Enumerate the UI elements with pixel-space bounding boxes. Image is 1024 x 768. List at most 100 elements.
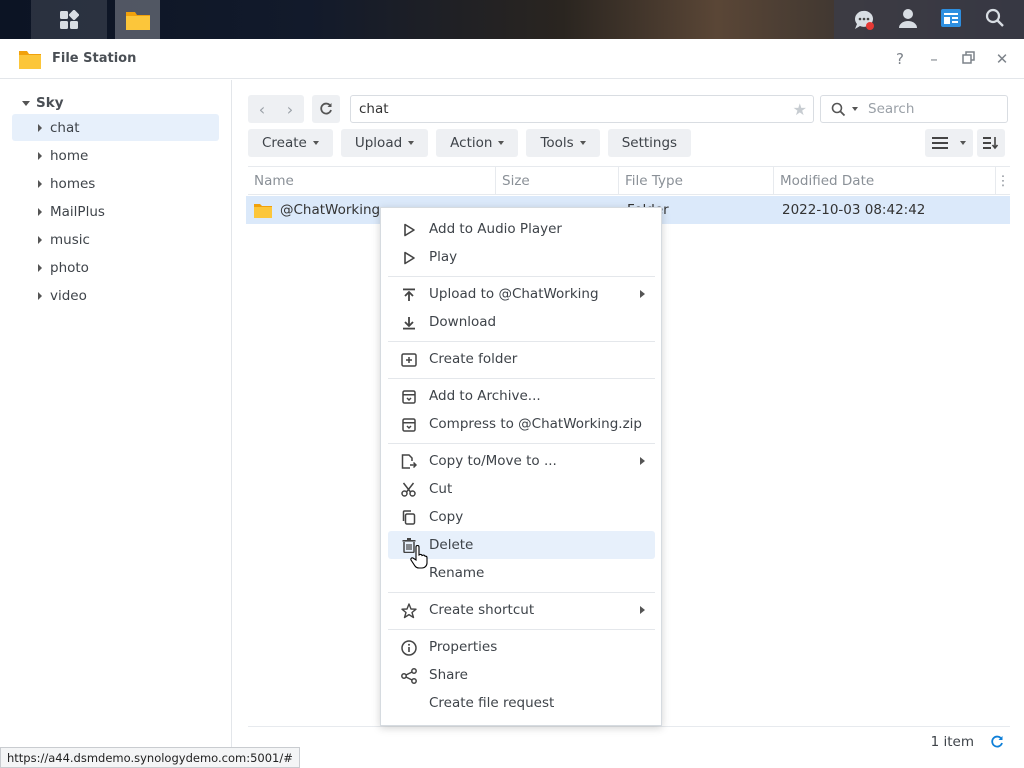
- chevron-right-icon: ›: [286, 99, 294, 119]
- submenu-arrow-icon: [640, 457, 645, 465]
- minimize-icon[interactable]: –: [926, 50, 942, 68]
- chat-notification-icon[interactable]: [853, 9, 875, 31]
- sidebar-item-mailplus[interactable]: MailPlus: [12, 198, 219, 225]
- search-dropdown-icon[interactable]: [852, 107, 858, 111]
- path-bar[interactable]: chat ★: [350, 95, 814, 123]
- sidebar-item-homes[interactable]: homes: [12, 170, 219, 197]
- menu-separator: [388, 443, 655, 444]
- sidebar-item-label: chat: [50, 119, 80, 136]
- submenu-arrow-icon: [640, 290, 645, 298]
- sidebar-item-music[interactable]: music: [12, 226, 219, 253]
- menu-separator: [388, 378, 655, 379]
- nav-buttons: ‹ ›: [248, 95, 340, 123]
- menu-item-rename[interactable]: Rename: [388, 559, 655, 587]
- menu-item-add-to-archive[interactable]: Add to Archive...: [388, 382, 655, 410]
- sidebar: Sky chat home homes MailPlus music photo: [0, 80, 232, 768]
- header-label: Size: [502, 172, 530, 189]
- folder-icon: [254, 203, 272, 218]
- search-input[interactable]: Search: [820, 95, 1008, 123]
- user-icon[interactable]: [898, 8, 918, 32]
- menu-item-cut[interactable]: Cut: [388, 475, 655, 503]
- menu-item-play[interactable]: Play: [388, 243, 655, 271]
- tools-label: Tools: [540, 135, 574, 151]
- search-icon[interactable]: [985, 8, 1005, 32]
- menu-item-delete[interactable]: Delete: [388, 531, 655, 559]
- upload-label: Upload: [354, 135, 403, 151]
- menu-item-create-folder[interactable]: Create folder: [388, 345, 655, 373]
- tree-root[interactable]: Sky: [22, 93, 64, 113]
- sidebar-item-photo[interactable]: photo: [12, 254, 219, 281]
- main-menu-button[interactable]: [31, 0, 107, 39]
- sidebar-item-home[interactable]: home: [12, 142, 219, 169]
- sidebar-item-label: video: [50, 287, 87, 304]
- history-buttons: ‹ ›: [248, 95, 304, 123]
- column-header-name[interactable]: Name: [248, 167, 496, 194]
- search-icon: [831, 102, 846, 116]
- sort-icon: [983, 137, 999, 150]
- menu-item-label: Compress to @ChatWorking.zip: [429, 416, 642, 432]
- sidebar-item-chat[interactable]: chat: [12, 114, 219, 141]
- sidebar-item-label: music: [50, 231, 90, 248]
- menu-item-label: Delete: [429, 537, 474, 553]
- back-button[interactable]: ‹: [248, 95, 276, 123]
- caret-right-icon[interactable]: [38, 123, 42, 132]
- menu-item-add-to-audio-player[interactable]: Add to Audio Player: [388, 215, 655, 243]
- tools-button[interactable]: Tools: [526, 129, 600, 157]
- menu-item-upload-to[interactable]: Upload to @ChatWorking: [388, 280, 655, 308]
- hand-cursor-icon: [410, 545, 428, 569]
- column-options-icon[interactable]: ⋮: [996, 167, 1010, 194]
- dropdown-caret-icon: [579, 141, 586, 145]
- caret-right-icon[interactable]: [38, 235, 42, 244]
- restore-icon[interactable]: [960, 50, 976, 68]
- upload-button[interactable]: Upload: [340, 129, 429, 157]
- download-icon: [400, 314, 417, 331]
- sidebar-item-label: MailPlus: [50, 203, 105, 220]
- refresh-icon[interactable]: [990, 735, 1004, 749]
- column-header-size[interactable]: Size: [496, 167, 619, 194]
- column-header-type[interactable]: File Type: [619, 167, 774, 194]
- caret-right-icon[interactable]: [38, 179, 42, 188]
- menu-item-download[interactable]: Download: [388, 308, 655, 336]
- close-icon[interactable]: ✕: [994, 50, 1010, 68]
- menu-item-label: Rename: [429, 565, 485, 581]
- header-label: Name: [254, 172, 294, 189]
- create-button[interactable]: Create: [248, 129, 333, 157]
- menu-item-label: Create file request: [429, 695, 555, 711]
- menu-separator: [388, 341, 655, 342]
- taskbar-tray: [834, 0, 1024, 39]
- caret-right-icon[interactable]: [38, 263, 42, 272]
- caret-right-icon[interactable]: [38, 151, 42, 160]
- menu-item-copy-move[interactable]: Copy to/Move to ...: [388, 447, 655, 475]
- file-station-taskbar-button[interactable]: [115, 0, 160, 39]
- menu-item-copy[interactable]: Copy: [388, 503, 655, 531]
- play-outline-icon: [400, 249, 417, 266]
- favorite-star-icon[interactable]: ★: [793, 100, 807, 119]
- caret-down-icon[interactable]: [22, 100, 30, 106]
- menu-item-create-file-request[interactable]: Create file request: [388, 689, 655, 717]
- action-button[interactable]: Action: [436, 129, 519, 157]
- caret-right-icon[interactable]: [38, 207, 42, 216]
- caret-right-icon[interactable]: [38, 291, 42, 300]
- menu-item-properties[interactable]: Properties: [388, 633, 655, 661]
- folder-plus-icon: [400, 351, 417, 368]
- window-titlebar[interactable]: File Station ? – ✕: [0, 39, 1024, 79]
- menu-item-create-shortcut[interactable]: Create shortcut: [388, 596, 655, 624]
- chevron-left-icon: ‹: [258, 99, 266, 119]
- sort-button[interactable]: [977, 129, 1005, 157]
- row-modified: 2022-10-03 08:42:42: [782, 202, 926, 218]
- forward-button[interactable]: ›: [276, 95, 304, 123]
- menu-separator: [388, 276, 655, 277]
- settings-button[interactable]: Settings: [607, 129, 692, 157]
- sidebar-item-label: home: [50, 147, 89, 164]
- menu-item-label: Cut: [429, 481, 453, 497]
- menu-item-compress-zip[interactable]: Compress to @ChatWorking.zip: [388, 410, 655, 438]
- submenu-arrow-icon: [640, 606, 645, 614]
- view-mode-button[interactable]: [925, 129, 973, 157]
- widgets-icon[interactable]: [940, 8, 962, 32]
- help-icon[interactable]: ?: [892, 50, 908, 68]
- column-header-modified[interactable]: Modified Date: [774, 167, 996, 194]
- settings-label: Settings: [621, 135, 678, 151]
- refresh-button[interactable]: [312, 95, 340, 123]
- sidebar-item-video[interactable]: video: [12, 282, 219, 309]
- menu-item-share[interactable]: Share: [388, 661, 655, 689]
